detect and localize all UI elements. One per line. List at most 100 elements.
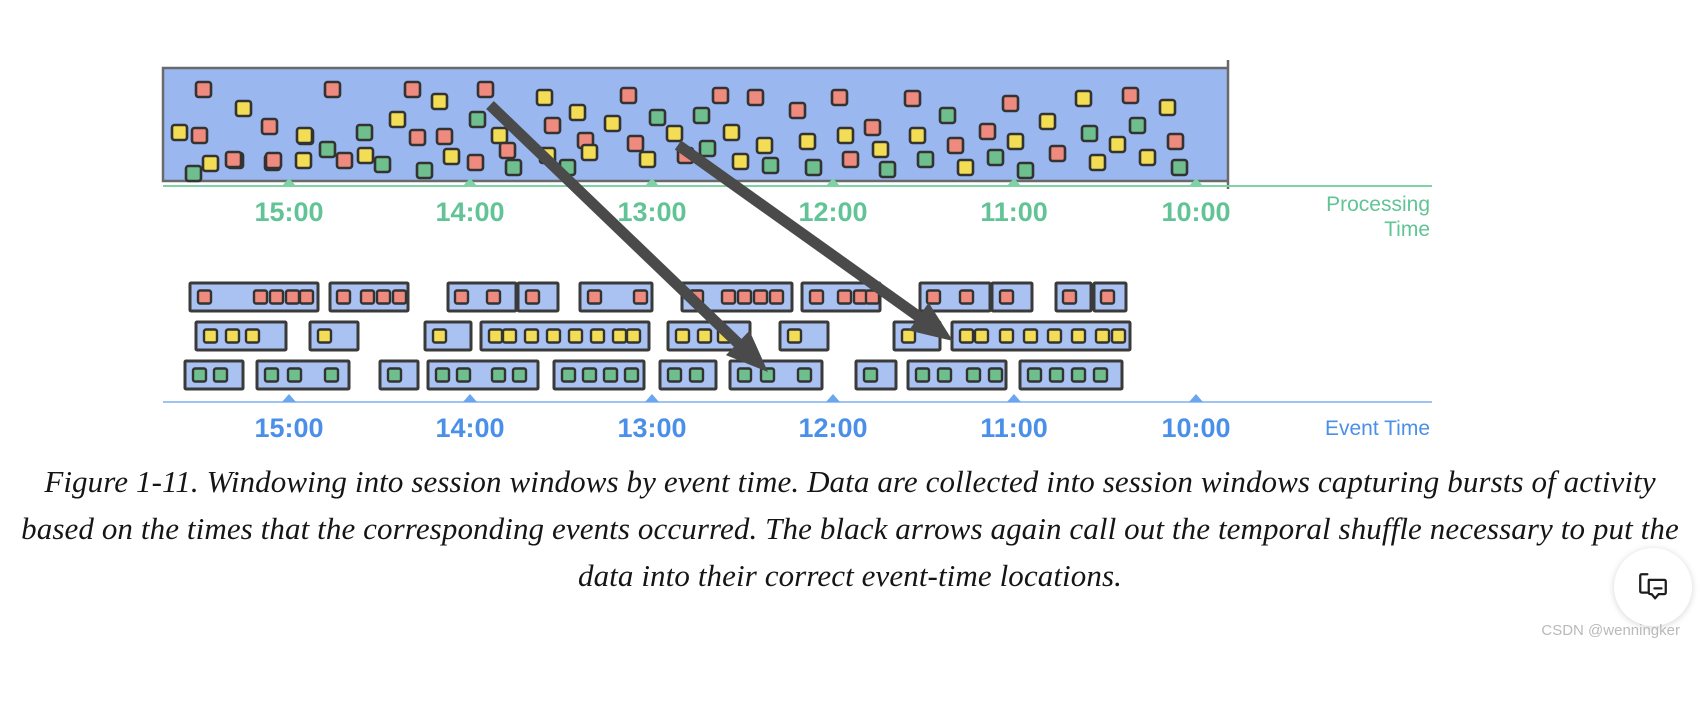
red-sessions <box>188 281 1128 313</box>
session-event-red <box>298 289 315 305</box>
pipeline-event-yellow <box>580 143 599 162</box>
event-tick-label: 12:00 <box>798 413 867 443</box>
pipeline-event-red <box>746 88 765 107</box>
session-event-green <box>862 367 879 383</box>
floating-note-button[interactable] <box>1614 548 1692 626</box>
session-event-red <box>808 289 825 305</box>
pipeline-event-yellow <box>535 88 554 107</box>
pipeline-event-yellow <box>568 103 587 122</box>
pipeline-event-yellow <box>201 154 220 173</box>
pipeline-event-yellow <box>722 123 741 142</box>
pipeline-event-red <box>830 88 849 107</box>
pipeline-event-red <box>224 150 243 169</box>
session-event-yellow <box>674 328 691 344</box>
session-event-yellow <box>501 328 518 344</box>
pipeline-event-red <box>466 153 485 172</box>
session-event-red <box>836 289 853 305</box>
pipeline-event-red <box>335 151 354 170</box>
session-event-yellow <box>998 328 1015 344</box>
pipeline-event-green <box>692 106 711 125</box>
pipeline-event-yellow <box>1108 135 1127 154</box>
session-event-green <box>386 367 403 383</box>
pipeline-event-yellow <box>956 158 975 177</box>
pipeline-event-red <box>264 151 283 170</box>
session-event-green <box>965 367 982 383</box>
session-event-yellow <box>1110 328 1127 344</box>
pipeline-event-yellow <box>908 126 927 145</box>
pipeline-event-red <box>903 89 922 108</box>
pipeline-event-red <box>946 136 965 155</box>
pipeline-event-yellow <box>731 152 750 171</box>
pipeline-event-yellow <box>430 92 449 111</box>
pipeline-event-green <box>1128 116 1147 135</box>
session-event-green <box>1026 367 1043 383</box>
processing-tick-label: 15:00 <box>254 197 323 227</box>
pipeline-event-green <box>698 139 717 158</box>
pipeline-event-red <box>1001 94 1020 113</box>
session-event-yellow <box>224 328 241 344</box>
pipeline-event-green <box>916 150 935 169</box>
processing-axis-label-line2: Time <box>1384 218 1430 241</box>
note-icon <box>1639 573 1667 600</box>
pipeline-event-red <box>543 116 562 135</box>
session-event-red <box>485 289 502 305</box>
session-event-green <box>936 367 953 383</box>
pipeline-event-red <box>194 80 213 99</box>
session-event-green <box>759 367 776 383</box>
session-event-red <box>586 289 603 305</box>
processing-tick-label: 10:00 <box>1161 197 1230 227</box>
pipeline-event-red <box>260 117 279 136</box>
session-event-yellow <box>696 328 713 344</box>
pipeline-event-yellow <box>836 126 855 145</box>
green-sessions <box>183 359 1124 391</box>
session-event-green <box>323 367 340 383</box>
session-event-green <box>987 367 1004 383</box>
event-tick-label: 11:00 <box>980 413 1048 443</box>
session-event-yellow <box>611 328 628 344</box>
event-tick-label: 15:00 <box>254 413 323 443</box>
session-event-green <box>455 367 472 383</box>
watermark-text: CSDN @wenningker <box>1541 622 1680 639</box>
session-event-yellow <box>523 328 540 344</box>
session-event-green <box>914 367 931 383</box>
pipeline-event-green <box>1016 161 1035 180</box>
event-tick-label: 10:00 <box>1161 413 1230 443</box>
pipeline-event-green <box>648 108 667 127</box>
session-event-green <box>623 367 640 383</box>
pipeline-event-green <box>184 164 203 183</box>
pipeline-event-red <box>841 150 860 169</box>
session-event-green <box>434 367 451 383</box>
session-window-diagram: 15:00 14:00 13:00 12:00 11:00 10:00 Processing… <box>0 0 1700 460</box>
pipeline-event-red <box>190 126 209 145</box>
pipeline-event-red <box>711 86 730 105</box>
session-event-red <box>359 289 376 305</box>
event-axis-tick <box>463 394 477 402</box>
event-tick-label: 13:00 <box>617 413 686 443</box>
processing-axis-label-line1: Processing <box>1326 193 1430 216</box>
session-event-green <box>666 367 683 383</box>
session-event-red <box>196 289 213 305</box>
pipeline-event-red <box>863 118 882 137</box>
pipeline-event-yellow <box>1088 153 1107 172</box>
session-event-yellow <box>973 328 990 344</box>
pipeline-event-green <box>355 123 374 142</box>
pipeline-event-green <box>504 158 523 177</box>
session-event-yellow <box>545 328 562 344</box>
pipeline-event-yellow <box>388 110 407 129</box>
session-event-red <box>998 289 1015 305</box>
session-event-yellow <box>786 328 803 344</box>
session-event-red <box>1061 289 1078 305</box>
pipeline-event-yellow <box>1074 89 1093 108</box>
pipeline-event-yellow <box>1038 112 1057 131</box>
session-event-red <box>524 289 541 305</box>
session-event-red <box>284 289 301 305</box>
pipeline-event-red <box>788 101 807 120</box>
session-event-red <box>268 289 285 305</box>
session-event-red <box>768 289 785 305</box>
session-event-green <box>286 367 303 383</box>
event-axis-tick <box>282 394 296 402</box>
session-event-yellow <box>487 328 504 344</box>
session-event-green <box>191 367 208 383</box>
pipeline-event-green <box>761 156 780 175</box>
figure-container: 15:00 14:00 13:00 12:00 11:00 10:00 Processing… <box>0 0 1700 702</box>
